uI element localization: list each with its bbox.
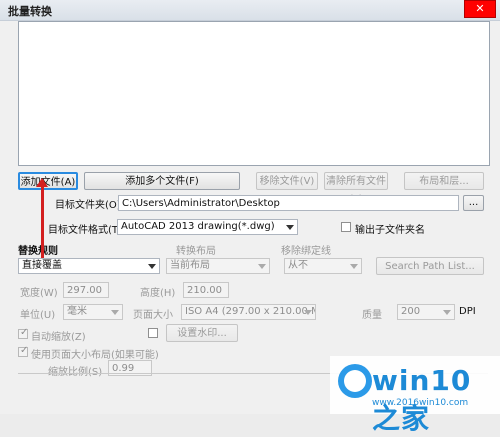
remove-xref-label: 移除绑定线 <box>281 246 331 257</box>
chevron-down-icon <box>304 310 312 315</box>
remove-xref-value: 从不 <box>288 260 308 271</box>
chevron-down-icon <box>148 264 156 269</box>
batch-convert-dialog: 批量转换 ✕ 添加文件(A) 添加多个文件(F) 移除文件(V) 清除所有文件(… <box>0 0 500 435</box>
page-size-label: 页面大小 <box>133 310 173 321</box>
add-file-button[interactable]: 添加文件(A) <box>18 172 78 190</box>
watermark-checkbox[interactable] <box>148 328 158 338</box>
chevron-down-icon <box>111 310 119 315</box>
auto-scale-label: 自动缩放(Z) <box>31 332 86 343</box>
use-page-layout-checkbox[interactable]: ✓ <box>18 345 29 357</box>
chevron-down-icon <box>443 310 451 315</box>
chevron-down-icon <box>286 225 294 230</box>
browse-button[interactable]: ... <box>463 195 484 211</box>
quality-select[interactable]: 200 <box>397 304 455 320</box>
close-button[interactable]: ✕ <box>464 0 496 18</box>
height-label: 高度(H) <box>140 288 176 299</box>
unit-label: 单位(U) <box>20 310 56 321</box>
unit-select[interactable]: 毫米 <box>63 304 123 320</box>
convert-layout-label: 转换布局 <box>176 246 216 257</box>
file-list[interactable] <box>18 21 490 166</box>
replace-rule-title: 替换规则 <box>18 246 58 257</box>
replace-rule-value: 直接覆盖 <box>22 260 62 271</box>
replace-rule-select[interactable]: 直接覆盖 <box>18 258 160 274</box>
add-multiple-files-button[interactable]: 添加多个文件(F) <box>84 172 240 190</box>
unit-value: 毫米 <box>67 306 87 317</box>
width-input[interactable]: 297.00 <box>63 282 109 298</box>
annotation-arrow-line <box>41 180 44 258</box>
target-format-label: 目标文件格式(T) <box>48 225 122 236</box>
remove-file-button[interactable]: 移除文件(V) <box>256 172 318 190</box>
output-subfolder-checkbox[interactable] <box>341 222 351 232</box>
width-label: 宽度(W) <box>20 288 58 299</box>
annotation-arrow-head <box>36 178 48 187</box>
watermark-subtext: www.2016win10.com <box>372 398 469 408</box>
title-bar: 批量转换 ✕ <box>0 0 500 21</box>
page-size-select[interactable]: ISO A4 (297.00 x 210.00 MM) <box>181 304 316 320</box>
quality-label: 质量 <box>362 310 382 321</box>
close-icon: ✕ <box>475 2 485 15</box>
quality-value: 200 <box>401 306 421 317</box>
target-folder-label: 目标文件夹(O) <box>55 200 121 211</box>
watermark-button[interactable]: 设置水印... <box>166 324 238 342</box>
convert-layout-select[interactable]: 当前布局 <box>166 258 270 274</box>
chevron-down-icon <box>350 264 358 269</box>
site-watermark: win10之家 www.2016win10.com <box>330 356 500 435</box>
layout-layers-button[interactable]: 布局和层... <box>404 172 484 190</box>
target-format-select[interactable]: AutoCAD 2013 drawing(*.dwg) <box>117 219 298 235</box>
page-size-value: ISO A4 (297.00 x 210.00 MM) <box>185 306 315 317</box>
convert-layout-value: 当前布局 <box>170 260 210 271</box>
output-subfolder-label: 输出子文件夹名 <box>355 225 425 236</box>
height-input[interactable]: 210.00 <box>183 282 229 298</box>
use-page-layout-label: 使用页面大小布局(如果可能) <box>31 350 159 361</box>
auto-scale-checkbox[interactable]: ✓ <box>18 327 29 339</box>
search-path-list-button[interactable]: Search Path List... <box>376 257 484 275</box>
remove-xref-select[interactable]: 从不 <box>284 258 362 274</box>
scale-ratio-label: 缩放比例(S) <box>48 363 102 378</box>
check-icon: ✓ <box>20 327 29 338</box>
window-title: 批量转换 <box>8 5 52 18</box>
chevron-down-icon <box>258 264 266 269</box>
target-format-value: AutoCAD 2013 drawing(*.dwg) <box>121 221 275 232</box>
dpi-label: DPI <box>459 306 476 317</box>
check-icon: ✓ <box>20 345 29 356</box>
win10-logo-icon <box>338 364 372 398</box>
clear-all-files-button[interactable]: 清除所有文件(L) <box>324 172 388 205</box>
target-folder-input[interactable]: C:\Users\Administrator\Desktop <box>118 195 459 211</box>
